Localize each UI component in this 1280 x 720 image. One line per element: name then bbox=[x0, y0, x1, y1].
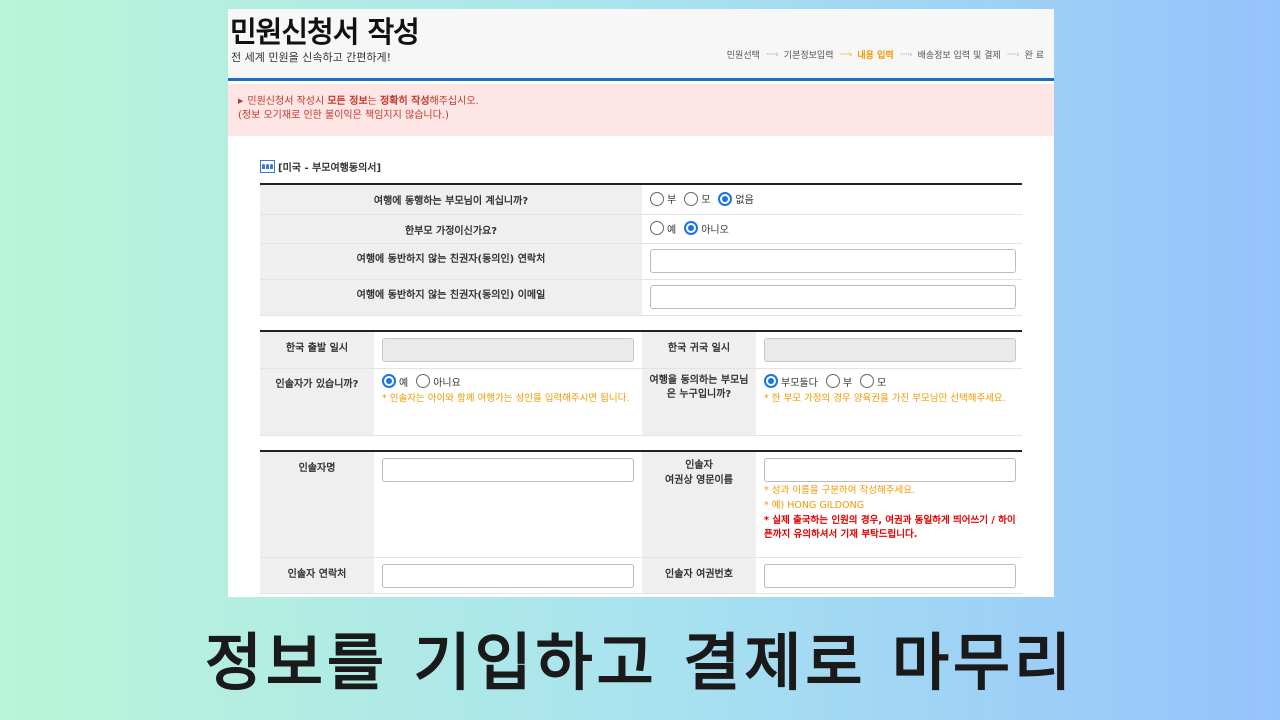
section-title-text: [미국 - 부모여행동의서] bbox=[278, 163, 382, 174]
step-shipping-payment: 배송정보 입력 및 결제 bbox=[917, 51, 1001, 61]
guardian-passport-label: 인솔자 여권번호 bbox=[642, 557, 756, 594]
radio-consent-mother[interactable]: 모 bbox=[860, 374, 886, 389]
label-line: 인솔자 bbox=[685, 460, 713, 471]
guardian-eng-name-label: 인솔자 여권상 영문이름 bbox=[642, 451, 756, 558]
guardian-name-input[interactable] bbox=[382, 458, 634, 482]
guardian-info-table: 인솔자명 인솔자 여권상 영문이름 * 성과 이름을 구분하여 작성해주세요. … bbox=[260, 450, 1022, 594]
eng-name-hint-1: * 성과 이름을 구분하여 작성해주세요. bbox=[764, 485, 915, 496]
consent-hint: * 한 부모 가정의 경우 양육권을 가진 부모님만 선택해주세요. bbox=[764, 392, 1006, 404]
page-title: 민원신청서 작성 bbox=[230, 15, 420, 49]
guardian-passport-input[interactable] bbox=[764, 563, 1016, 588]
guardian-name-label: 인솔자명 bbox=[260, 451, 374, 558]
radio-no[interactable]: 아니오 bbox=[684, 221, 729, 236]
notice-disclaimer: (정보 오기재로 인한 불이익은 책임지지 않습니다.) bbox=[238, 110, 449, 121]
email-label: 여행에 동반하지 않는 친권자(동의인) 이메일 bbox=[260, 279, 642, 316]
contact-label: 여행에 동반하지 않는 친권자(동의인) 연락처 bbox=[260, 243, 642, 280]
caption-text: 정보를 기입하고 결제로 마무리 bbox=[204, 626, 1076, 699]
notice-emphasis: 정확히 작성 bbox=[380, 96, 430, 107]
notice-text: 민원신청서 작성시 bbox=[247, 96, 328, 107]
radio-both-parents[interactable]: 부모둘다 bbox=[764, 374, 818, 389]
guardian-contact-field[interactable] bbox=[382, 563, 634, 588]
page-subtitle: 전 세계 민원을 신속하고 간편하게! bbox=[231, 51, 392, 64]
guardian-email-input[interactable] bbox=[650, 284, 1016, 309]
radio-none[interactable]: 없음 bbox=[718, 191, 754, 206]
parent-info-table: 여행에 동행하는 부모님이 계십니까? 부 모 없음 한부모 가정이신가요? 예… bbox=[260, 183, 1022, 316]
notice-text: 해주십시오. bbox=[429, 96, 479, 107]
step-arrow-icon: ·····› bbox=[1006, 49, 1020, 60]
header-divider bbox=[228, 78, 1054, 81]
step-arrow-icon: ·····› bbox=[765, 49, 779, 60]
notice-emphasis: 모든 정보 bbox=[327, 96, 368, 107]
question-single-parent-label: 한부모 가정이신가요? bbox=[260, 214, 642, 244]
radio-mother[interactable]: 모 bbox=[684, 191, 710, 206]
step-basic-info: 기본정보입력 bbox=[783, 51, 834, 61]
depart-label: 한국 출발 일시 bbox=[260, 331, 374, 369]
people-icon bbox=[260, 160, 275, 173]
question-accompany-label: 여행에 동행하는 부모님이 계십니까? bbox=[260, 184, 642, 215]
progress-steps: 민원선택 ·····› 기본정보입력 ·····› 내용 입력 ·····› 배… bbox=[726, 48, 1044, 62]
consent-question-label: 여행을 동의하는 부모님은 누구입니까? bbox=[642, 368, 756, 436]
step-content-input: 내용 입력 bbox=[857, 51, 894, 61]
eng-name-hint-2: * 예) HONG GILDONG bbox=[764, 500, 865, 511]
guardian-hint: * 인솔자는 아이와 함께 여행가는 성인을 입력해주시면 됩니다. bbox=[382, 392, 630, 404]
radio-consent-father[interactable]: 부 bbox=[825, 374, 852, 389]
screenshot-panel: 민원신청서 작성 전 세계 민원을 신속하고 간편하게! 민원선택 ·····›… bbox=[228, 9, 1054, 597]
step-arrow-icon: ·····› bbox=[839, 49, 852, 60]
radio-guardian-yes[interactable]: 예 bbox=[382, 374, 408, 389]
step-select: 민원선택 bbox=[726, 51, 760, 61]
notice-box: ▶ 민원신청서 작성시 모든 정보는 정확히 작성해주십시오. (정보 오기재로 … bbox=[228, 84, 1054, 136]
eng-name-hint-3: * 실제 출국하는 인원의 경우, 여권과 동일하게 띄어쓰기 / 하이픈까지 … bbox=[764, 515, 1016, 540]
triangle-bullet-icon: ▶ bbox=[238, 97, 244, 105]
radio-guardian-no[interactable]: 아니요 bbox=[416, 374, 461, 389]
return-date-input[interactable] bbox=[764, 338, 1016, 362]
guardian-question-label: 인솔자가 있습니까? bbox=[260, 368, 374, 436]
return-label: 한국 귀국 일시 bbox=[642, 331, 756, 369]
travel-info-table: 한국 출발 일시 한국 귀국 일시 인솔자가 있습니까? 예 아니요 * 인솔자… bbox=[260, 330, 1022, 436]
label-line: 여권상 영문이름 bbox=[665, 475, 733, 486]
radio-yes[interactable]: 예 bbox=[650, 221, 676, 236]
step-arrow-icon: ·····› bbox=[899, 49, 913, 60]
guardian-contact-input[interactable] bbox=[650, 248, 1016, 273]
step-complete: 완 료 bbox=[1024, 51, 1044, 61]
depart-date-input[interactable] bbox=[382, 338, 634, 362]
radio-father[interactable]: 부 bbox=[650, 191, 676, 206]
page-header: 민원신청서 작성 전 세계 민원을 신속하고 간편하게! 민원선택 ·····›… bbox=[228, 9, 1054, 81]
notice-text: 는 bbox=[367, 96, 381, 107]
guardian-contact-label: 인솔자 연락처 bbox=[260, 557, 374, 594]
guardian-eng-name-input[interactable] bbox=[764, 458, 1016, 482]
section-title: [미국 - 부모여행동의서] bbox=[260, 159, 381, 174]
